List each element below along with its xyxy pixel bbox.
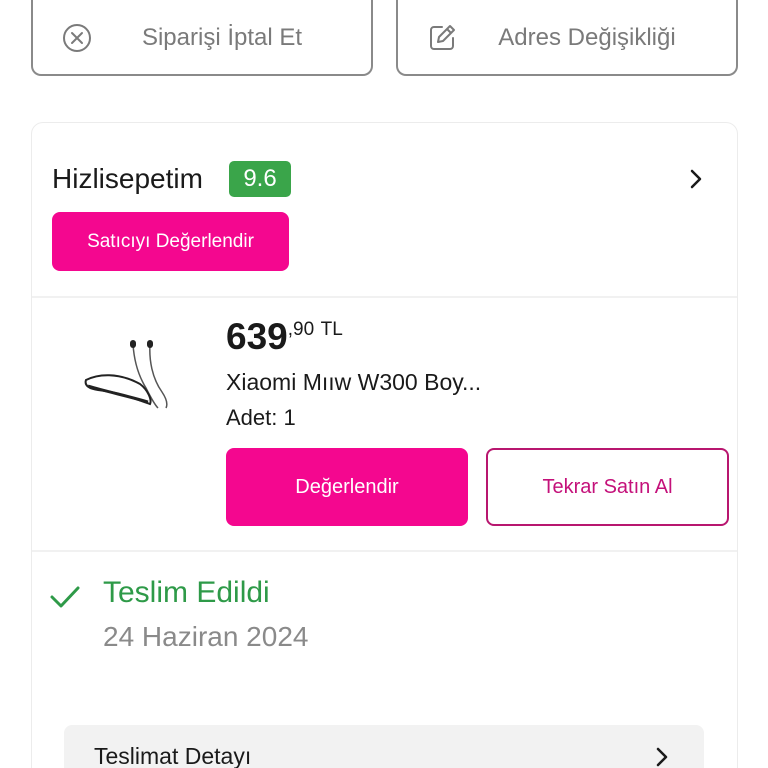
cancel-order-label: Siparişi İptal Et	[141, 24, 303, 51]
divider	[32, 296, 737, 298]
product-price: 639,90 TL	[226, 316, 343, 358]
product-quantity: Adet: 1	[226, 405, 296, 430]
price-integer: 639	[226, 316, 288, 357]
seller-name[interactable]: Hizlisepetim	[52, 163, 203, 195]
cancel-order-button[interactable]: Siparişi İptal Et	[31, 0, 373, 76]
price-fraction: ,90	[287, 319, 315, 340]
price-currency: TL	[320, 319, 343, 340]
address-change-button[interactable]: Adres Değişikliği	[396, 0, 738, 76]
delivery-status: Teslim Edildi	[103, 576, 270, 609]
chevron-right-icon[interactable]	[684, 166, 708, 192]
divider	[32, 550, 737, 552]
check-icon	[50, 586, 80, 608]
rebuy-button[interactable]: Tekrar Satın Al	[486, 448, 729, 526]
review-product-button[interactable]: Değerlendir	[226, 448, 468, 526]
chevron-right-icon	[656, 747, 668, 767]
delivery-detail-label: Teslimat Detayı	[94, 743, 252, 768]
product-name[interactable]: Xiaomi Mııw W300 Boy...	[226, 369, 481, 396]
rate-seller-button[interactable]: Satıcıyı Değerlendir	[52, 212, 289, 271]
product-image[interactable]	[78, 330, 178, 416]
delivery-date: 24 Haziran 2024	[103, 621, 309, 652]
seller-score-badge: 9.6	[229, 161, 291, 197]
address-change-label: Adres Değişikliği	[498, 24, 676, 51]
delivery-detail-row[interactable]: Teslimat Detayı	[64, 725, 704, 768]
